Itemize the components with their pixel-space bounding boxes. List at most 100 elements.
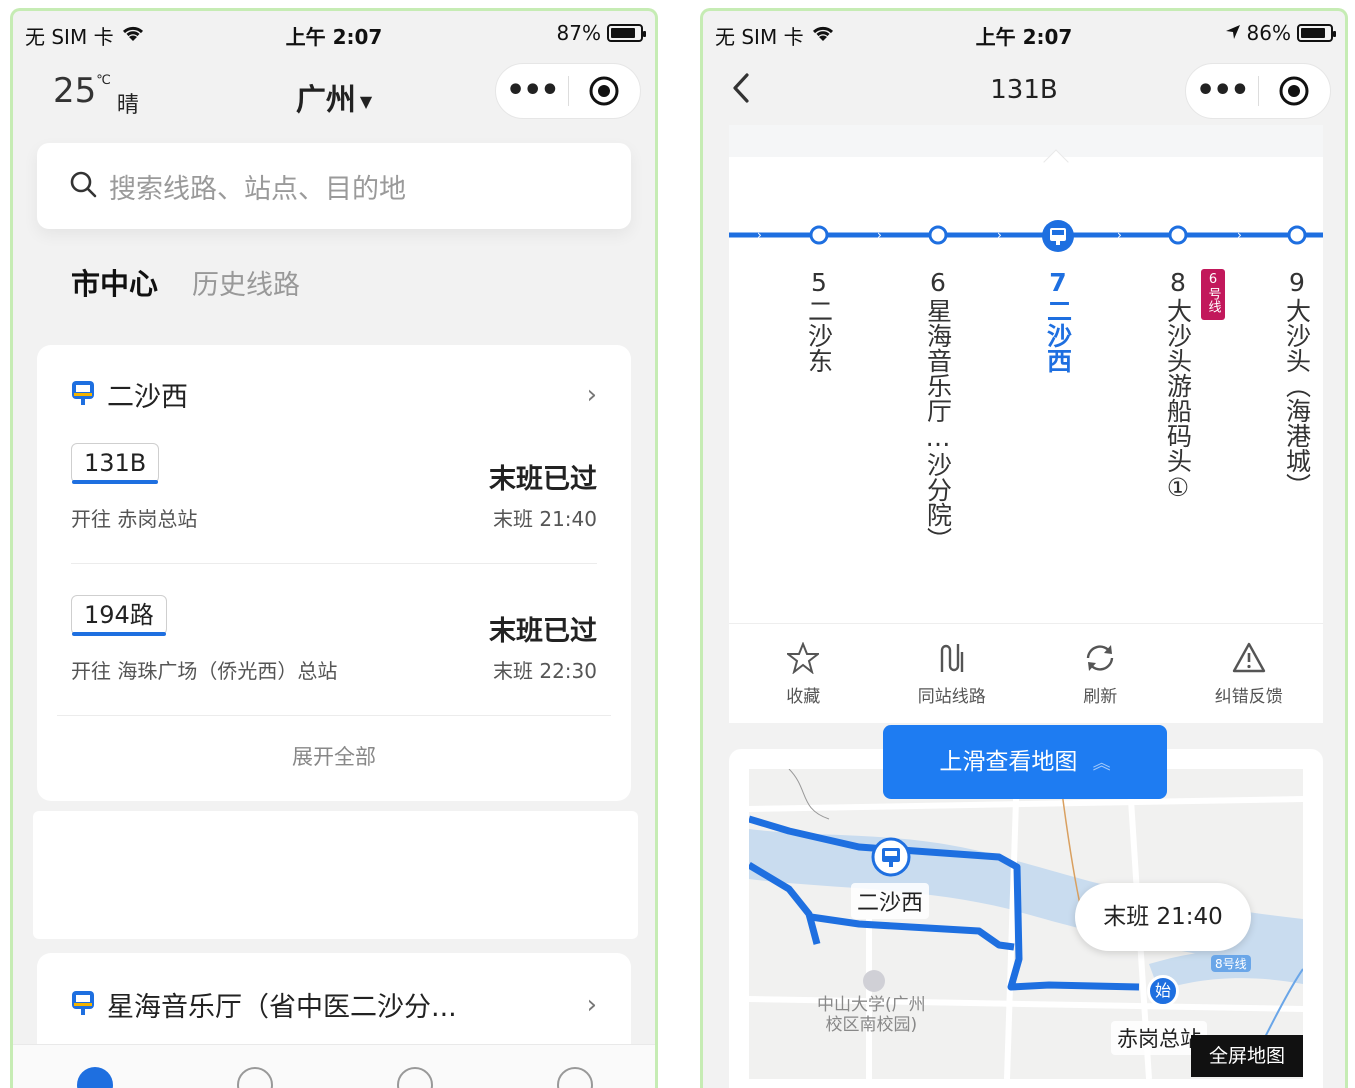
more-icon[interactable]: ••• — [1186, 76, 1258, 106]
map-station-label: 二沙西 — [851, 883, 930, 919]
refresh-icon — [1087, 645, 1114, 671]
stop-number: 7 — [1049, 268, 1067, 297]
search-placeholder: 搜索线路、站点、目的地 — [109, 173, 406, 205]
route-last-bus: 末班 21:40 — [493, 507, 597, 531]
svg-text:›: › — [1237, 228, 1242, 242]
city-name: 广州 — [295, 83, 356, 118]
current-stop-bus-icon — [1041, 219, 1075, 257]
route-status: 末班已过 — [489, 464, 597, 495]
route-direction: 开往 赤岗总站 — [71, 507, 198, 531]
route-badge: 194路 — [71, 595, 167, 636]
stop-number: 9 — [1289, 268, 1305, 297]
phone-left-screen: 无 SIM 卡 上午 2:07 87% 25 ℃ 晴 广州 ▼ ••• 搜索线路、… — [10, 8, 658, 1088]
stop-number: 5 — [811, 268, 827, 297]
report-error-button[interactable]: 纠错反馈 — [1175, 624, 1324, 723]
phone-right-screen: 无 SIM 卡 上午 2:07 86% 131B ••• › › › › › 5… — [700, 8, 1348, 1088]
location-arrow-icon — [1225, 21, 1241, 45]
stop-name: 二沙西 — [1043, 298, 1073, 373]
fullscreen-map-button[interactable]: 全屏地图 — [1191, 1035, 1303, 1077]
tab-bar-top: 市中心 历史线路 — [71, 261, 300, 303]
route-direction: 开往 海珠广场（侨光西）总站 — [71, 659, 338, 683]
routes-icon — [940, 644, 963, 672]
last-bus-bubble: 末班 21:40 — [1075, 883, 1251, 951]
svg-text:›: › — [877, 228, 882, 242]
route-badge: 131B — [71, 443, 160, 484]
slide-up-map-button[interactable]: 上滑查看地图 ︽ — [883, 725, 1167, 799]
stop-name: 二沙东 — [804, 298, 834, 373]
station-header[interactable]: 二沙西 › — [71, 375, 597, 414]
stop-6[interactable]: 6 星海音乐厅…沙分院） — [918, 267, 958, 552]
route-line: › › › › › — [729, 225, 1323, 245]
start-pin[interactable]: 始 — [1147, 975, 1179, 1007]
stop-name: 星海音乐厅…沙分院） — [923, 298, 953, 552]
route-status: 末班已过 — [489, 616, 597, 647]
stop-number: 8 — [1170, 268, 1186, 297]
double-chevron-up-icon: ︽ — [1092, 753, 1111, 774]
refresh-button[interactable]: 刷新 — [1026, 624, 1175, 723]
battery-percent: 86% — [1246, 21, 1291, 45]
tab-city-center[interactable]: 市中心 — [71, 261, 158, 303]
more-icon[interactable]: ••• — [496, 76, 568, 106]
favorite-button[interactable]: 收藏 — [729, 624, 878, 723]
stop-7[interactable]: 7 二沙西 — [1038, 267, 1078, 373]
refresh-label: 刷新 — [1083, 687, 1118, 707]
expand-all-button[interactable]: 展开全部 — [37, 741, 631, 771]
station-name: 二沙西 — [107, 382, 188, 413]
station-name: 星海音乐厅（省中医二沙分... — [107, 992, 457, 1023]
station-card: 二沙西 › 131B 开往 赤岗总站 末班已过 末班 21:40 194路 开往… — [37, 345, 631, 801]
favorite-label: 收藏 — [786, 687, 821, 707]
campus-label: 中山大学(广州 校区南校园) — [817, 995, 926, 1035]
svg-text:›: › — [1117, 228, 1122, 242]
route-line-panel: › › › › › 5 二沙东 6 星海音乐厅…沙分院） 7 二沙西 8 大沙头游船码头… — [729, 125, 1323, 723]
battery-percent: 87% — [556, 21, 601, 45]
stop-number: 6 — [930, 268, 946, 297]
transfer-tab-icon[interactable] — [397, 1067, 433, 1088]
star-tab-icon[interactable] — [237, 1067, 273, 1088]
stop-name: 大沙头（海港城） — [1282, 298, 1312, 498]
route-row[interactable]: 194路 开往 海珠广场（侨光西）总站 末班已过 末班 22:30 — [71, 595, 597, 715]
close-miniapp-icon[interactable] — [1259, 75, 1331, 107]
status-bar: 无 SIM 卡 上午 2:07 86% — [703, 11, 1345, 55]
slide-up-label: 上滑查看地图 — [939, 749, 1078, 775]
search-icon — [69, 170, 97, 202]
profile-tab-icon[interactable] — [557, 1067, 593, 1088]
chevron-right-icon: › — [586, 989, 597, 1020]
blank-card — [33, 811, 638, 939]
search-input[interactable]: 搜索线路、站点、目的地 — [37, 143, 631, 229]
map-station-pin[interactable] — [871, 837, 911, 881]
star-icon — [787, 642, 820, 674]
stop-5[interactable]: 5 二沙东 — [799, 267, 839, 373]
metro-line-tag: 6号线 — [1201, 269, 1225, 320]
bus-stop-icon — [71, 380, 95, 410]
miniapp-capsule: ••• — [495, 63, 641, 119]
metro-line-label: 8号线 — [1211, 955, 1251, 972]
map-strip — [729, 125, 1323, 157]
bus-stop-icon — [71, 990, 95, 1020]
report-error-label: 纠错反馈 — [1214, 687, 1283, 707]
battery-icon — [607, 24, 646, 42]
stop-8[interactable]: 8 大沙头游船码头① — [1158, 267, 1198, 502]
start-pin-label: 始 — [1154, 981, 1171, 1000]
svg-text:›: › — [997, 228, 1002, 242]
home-tab-icon[interactable] — [77, 1067, 113, 1088]
stop-name: 大沙头游船码头① — [1163, 298, 1193, 502]
caret-down-icon: ▼ — [359, 92, 373, 111]
battery-icon — [1297, 24, 1336, 42]
same-station-routes-button[interactable]: 同站线路 — [878, 624, 1027, 723]
stop-9[interactable]: 9 大沙头（海港城） — [1277, 267, 1317, 498]
tab-history[interactable]: 历史线路 — [192, 263, 300, 302]
same-station-routes-label: 同站线路 — [917, 687, 986, 707]
route-last-bus: 末班 22:30 — [493, 659, 597, 683]
divider — [71, 563, 597, 564]
warning-icon — [1232, 642, 1265, 673]
divider — [57, 715, 611, 716]
chevron-right-icon: › — [586, 379, 597, 410]
station-header[interactable]: 星海音乐厅（省中医二沙分... › — [71, 985, 597, 1024]
miniapp-capsule: ••• — [1185, 63, 1331, 119]
action-bar: 收藏 同站线路 刷新 纠错反馈 — [729, 623, 1323, 723]
route-row[interactable]: 131B 开往 赤岗总站 末班已过 末班 21:40 — [71, 443, 597, 563]
svg-text:›: › — [757, 228, 762, 242]
status-bar: 无 SIM 卡 上午 2:07 87% — [13, 11, 655, 55]
close-miniapp-icon[interactable] — [569, 75, 641, 107]
bottom-tab-bar — [13, 1044, 655, 1088]
